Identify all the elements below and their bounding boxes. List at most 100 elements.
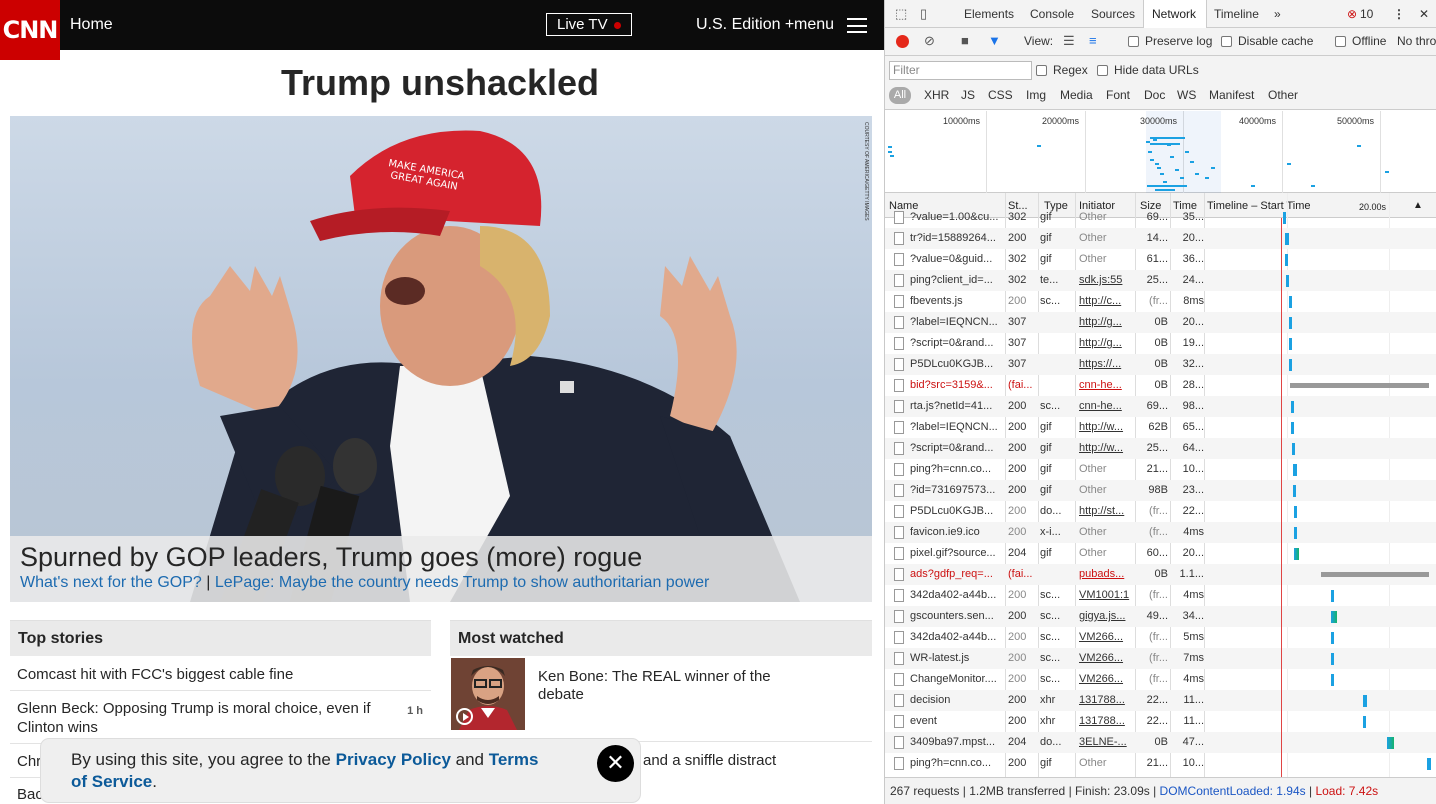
request-name[interactable]: ping?client_id=... bbox=[910, 274, 998, 286]
request-initiator[interactable]: http://w... bbox=[1079, 421, 1133, 433]
request-row[interactable]: rta.js?netId=41... 200 sc... cnn-he... 69...… bbox=[885, 396, 1436, 417]
offline-checkbox[interactable] bbox=[1335, 36, 1346, 47]
waterfall-bar[interactable] bbox=[1293, 464, 1297, 476]
waterfall-bar[interactable] bbox=[1331, 590, 1334, 602]
kebab-menu-icon[interactable]: ⋮ bbox=[1393, 7, 1405, 21]
request-name[interactable]: 3409ba97.mpst... bbox=[910, 736, 998, 748]
page-headline[interactable]: Trump unshackled bbox=[0, 62, 880, 104]
story-item[interactable]: Comcast hit with FCC's biggest cable fin… bbox=[10, 657, 431, 691]
story-title[interactable]: Glenn Beck: Opposing Trump is moral choi… bbox=[17, 699, 377, 737]
request-name[interactable]: pixel.gif?source... bbox=[910, 547, 998, 559]
waterfall-bar[interactable] bbox=[1331, 632, 1334, 644]
waterfall-bar[interactable] bbox=[1291, 422, 1294, 434]
request-name[interactable]: ?value=0&guid... bbox=[910, 253, 998, 265]
request-initiator[interactable]: 131788... bbox=[1079, 715, 1133, 727]
related-link-gop[interactable]: What's next for the GOP? bbox=[20, 574, 202, 591]
clear-icon[interactable]: ⊘ bbox=[924, 33, 935, 49]
request-name[interactable]: gscounters.sen... bbox=[910, 610, 998, 622]
waterfall-bar[interactable] bbox=[1331, 653, 1334, 665]
waterfall-bar[interactable] bbox=[1321, 572, 1429, 577]
filter-input[interactable]: Filter bbox=[889, 61, 1032, 80]
request-row[interactable]: ?label=IEQNCN... 307 http://g... 0B 20... bbox=[885, 312, 1436, 333]
request-initiator[interactable]: VM266... bbox=[1079, 631, 1133, 643]
type-filter-doc[interactable]: Doc bbox=[1144, 88, 1165, 102]
request-row[interactable]: ?value=1.00&cu... 302 gif Other 69... 35... bbox=[885, 210, 1436, 228]
request-row[interactable]: ?value=0&guid... 302 gif Other 61... 36... bbox=[885, 249, 1436, 270]
waterfall-bar[interactable] bbox=[1293, 485, 1296, 497]
request-name[interactable]: decision bbox=[910, 694, 998, 706]
tab-console[interactable]: Console bbox=[1030, 7, 1074, 21]
request-row[interactable]: 342da402-a44b... 200 sc... VM266... (fr... 5m… bbox=[885, 627, 1436, 648]
type-filter-js[interactable]: JS bbox=[961, 88, 975, 102]
tab-network[interactable]: Network bbox=[1152, 7, 1196, 21]
video-thumbnail[interactable] bbox=[451, 658, 525, 730]
request-row[interactable]: ping?h=cnn.co... 200 gif Other 21... 10... bbox=[885, 753, 1436, 774]
request-row[interactable]: event 200 xhr 131788... 22... 11... bbox=[885, 711, 1436, 732]
most-watched-title-1[interactable]: Ken Bone: The REAL winner of the debate bbox=[538, 668, 788, 704]
request-row[interactable]: ?script=0&rand... 307 http://g... 0B 19... bbox=[885, 333, 1436, 354]
request-name[interactable]: P5DLcu0KGJB... bbox=[910, 358, 998, 370]
request-row[interactable]: decision 200 xhr 131788... 22... 11... bbox=[885, 690, 1436, 711]
related-link-lepage[interactable]: LePage: Maybe the country needs Trump to… bbox=[215, 574, 710, 591]
hamburger-menu-icon[interactable] bbox=[847, 18, 867, 33]
request-name[interactable]: ?id=731697573... bbox=[910, 484, 998, 496]
tab-timeline[interactable]: Timeline bbox=[1214, 7, 1259, 21]
waterfall-bar[interactable] bbox=[1285, 254, 1288, 266]
waterfall-bar[interactable] bbox=[1289, 338, 1292, 350]
request-name[interactable]: rta.js?netId=41... bbox=[910, 400, 998, 412]
network-overview[interactable]: 10000ms 20000ms 30000ms 40000ms 50000ms bbox=[885, 111, 1436, 193]
request-row[interactable]: ?script=0&rand... 200 gif http://w... 25... 6… bbox=[885, 438, 1436, 459]
type-filter-all[interactable]: All bbox=[889, 87, 911, 104]
request-initiator[interactable]: VM1001:1 bbox=[1079, 589, 1133, 601]
record-icon[interactable] bbox=[896, 35, 909, 48]
error-count[interactable]: 10 bbox=[1360, 7, 1373, 21]
overview-icon[interactable]: ≡ bbox=[1089, 33, 1097, 48]
waterfall-bar[interactable] bbox=[1294, 506, 1297, 518]
waterfall-bar[interactable] bbox=[1427, 758, 1431, 770]
request-row[interactable]: ads?gdfp_req=... (fai... pubads... 0B 1.1... bbox=[885, 564, 1436, 585]
device-toolbar-icon[interactable]: ▯ bbox=[920, 6, 927, 22]
waterfall-bar[interactable] bbox=[1285, 233, 1289, 245]
request-name[interactable]: ?script=0&rand... bbox=[910, 442, 998, 454]
request-row[interactable]: 3409ba97.mpst... 204 do... 3ELNE-... 0B 47... bbox=[885, 732, 1436, 753]
inspect-element-icon[interactable]: ⬚ bbox=[895, 6, 907, 22]
type-filter-font[interactable]: Font bbox=[1106, 88, 1130, 102]
waterfall-bar[interactable] bbox=[1294, 548, 1299, 560]
request-initiator[interactable]: VM266... bbox=[1079, 673, 1133, 685]
waterfall-bar[interactable] bbox=[1387, 737, 1394, 749]
type-filter-ws[interactable]: WS bbox=[1177, 88, 1196, 102]
waterfall-bar[interactable] bbox=[1286, 275, 1289, 287]
request-row[interactable]: P5DLcu0KGJB... 307 https://... 0B 32... bbox=[885, 354, 1436, 375]
request-name[interactable]: 342da402-a44b... bbox=[910, 589, 998, 601]
request-row[interactable]: tr?id=15889264... 200 gif Other 14... 20... bbox=[885, 228, 1436, 249]
request-initiator[interactable]: cnn-he... bbox=[1079, 400, 1133, 412]
preserve-log-checkbox[interactable] bbox=[1128, 36, 1139, 47]
request-name[interactable]: ChangeMonitor.... bbox=[910, 673, 998, 685]
request-initiator[interactable]: http://st... bbox=[1079, 505, 1133, 517]
request-name[interactable]: event bbox=[910, 715, 998, 727]
tab-sources[interactable]: Sources bbox=[1091, 7, 1135, 21]
hide-data-urls-checkbox[interactable] bbox=[1097, 65, 1108, 76]
request-initiator[interactable]: pubads... bbox=[1079, 568, 1133, 580]
waterfall-bar[interactable] bbox=[1290, 383, 1429, 388]
waterfall-bar[interactable] bbox=[1294, 527, 1297, 539]
request-name[interactable]: 342da402-a44b... bbox=[910, 631, 998, 643]
request-name[interactable]: ?script=0&rand... bbox=[910, 337, 998, 349]
request-name[interactable]: fbevents.js bbox=[910, 295, 998, 307]
type-filter-other[interactable]: Other bbox=[1268, 88, 1298, 102]
request-initiator[interactable]: https://... bbox=[1079, 358, 1133, 370]
privacy-policy-link[interactable]: Privacy Policy bbox=[336, 750, 451, 769]
request-row[interactable]: WR-latest.js 200 sc... VM266... (fr... 7ms bbox=[885, 648, 1436, 669]
story-title[interactable]: Comcast hit with FCC's biggest cable fin… bbox=[17, 665, 293, 684]
more-tabs-icon[interactable]: » bbox=[1274, 7, 1281, 21]
waterfall-bar[interactable] bbox=[1331, 611, 1337, 623]
request-row[interactable]: ChangeMonitor.... 200 sc... VM266... (fr... 4… bbox=[885, 669, 1436, 690]
request-initiator[interactable]: http://g... bbox=[1079, 316, 1133, 328]
request-name[interactable]: ?value=1.00&cu... bbox=[910, 211, 998, 223]
waterfall-bar[interactable] bbox=[1283, 212, 1286, 224]
request-name[interactable]: ?label=IEQNCN... bbox=[910, 316, 998, 328]
cnn-logo[interactable]: CNN bbox=[0, 0, 60, 60]
tab-elements[interactable]: Elements bbox=[964, 7, 1014, 21]
request-initiator[interactable]: cnn-he... bbox=[1079, 379, 1133, 391]
request-row[interactable]: gscounters.sen... 200 sc... gigya.js... 49..… bbox=[885, 606, 1436, 627]
